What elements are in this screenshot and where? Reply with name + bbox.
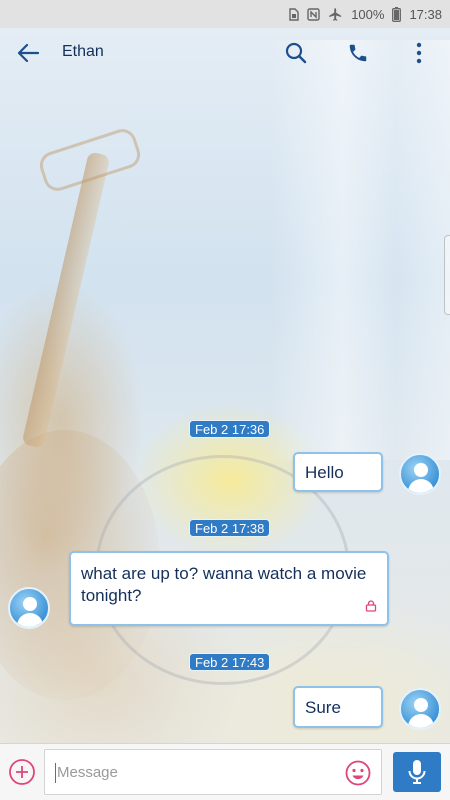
status-time: 17:38 — [409, 6, 442, 22]
avatar-icon[interactable] — [399, 453, 441, 495]
phone-icon — [349, 44, 367, 62]
avatar-icon[interactable] — [8, 587, 50, 629]
wallpaper-guitar-neck — [21, 151, 111, 449]
message-text: Hello — [305, 463, 344, 482]
back-button[interactable] — [14, 40, 42, 66]
outgoing-message-bubble[interactable]: Sure — [293, 686, 383, 728]
message-placeholder: Message — [57, 764, 118, 781]
more-options-button[interactable] — [405, 39, 433, 67]
more-vert-icon — [416, 42, 422, 64]
compose-bar: Message — [0, 743, 450, 800]
date-separator: Feb 2 17:43 — [189, 653, 271, 671]
lock-icon — [365, 596, 377, 618]
outgoing-message-bubble[interactable]: Hello — [293, 452, 383, 492]
message-input[interactable]: Message — [44, 749, 382, 795]
message-text: Sure — [305, 698, 341, 717]
back-arrow-icon — [17, 44, 39, 62]
search-button[interactable] — [282, 39, 310, 67]
add-circle-icon — [9, 759, 35, 785]
sim-card-icon — [289, 7, 299, 21]
chat-wallpaper — [0, 0, 450, 800]
battery-icon — [392, 6, 402, 22]
attach-button[interactable] — [8, 758, 36, 786]
contact-name[interactable]: Ethan — [62, 43, 104, 61]
airplane-icon — [328, 7, 343, 22]
battery-percent: 100% — [351, 6, 385, 22]
search-icon — [285, 42, 307, 64]
message-text: what are up to? wanna watch a movie toni… — [81, 564, 367, 605]
mic-icon — [408, 760, 426, 784]
text-caret — [55, 763, 56, 783]
scroll-handle[interactable] — [444, 235, 450, 315]
status-bar: 100% 17:38 — [0, 0, 450, 28]
nfc-icon — [307, 7, 320, 21]
avatar-icon[interactable] — [399, 688, 441, 730]
wallpaper-curtain — [270, 40, 450, 460]
incoming-message-bubble[interactable]: what are up to? wanna watch a movie toni… — [69, 551, 389, 626]
call-button[interactable] — [344, 39, 372, 67]
date-separator: Feb 2 17:36 — [189, 420, 271, 438]
emoji-button[interactable] — [345, 760, 371, 786]
conversation-header: Ethan — [0, 28, 450, 78]
voice-input-button[interactable] — [393, 752, 441, 792]
date-separator: Feb 2 17:38 — [189, 519, 271, 537]
emoji-icon — [345, 760, 371, 786]
